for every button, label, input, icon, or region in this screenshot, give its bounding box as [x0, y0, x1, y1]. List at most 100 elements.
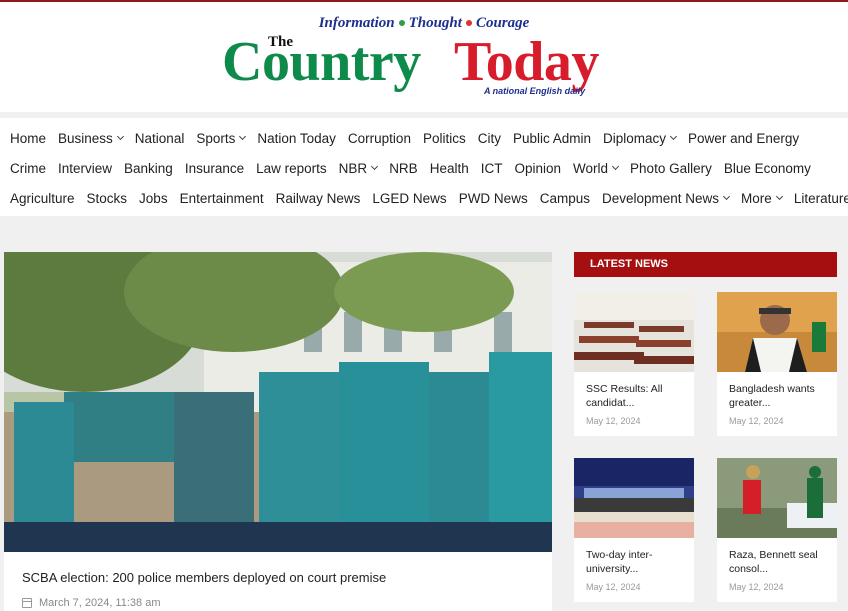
nav-item[interactable]: NRB — [389, 161, 418, 176]
nav-row: Home Business National Sports Nation Today Co… — [10, 123, 811, 153]
chevron-down-icon — [239, 132, 247, 141]
logo-word-the: The — [268, 34, 294, 50]
nav-item[interactable]: Nation Today — [257, 131, 336, 146]
nav-item[interactable]: Photo Gallery — [630, 161, 712, 176]
calendar-icon — [22, 598, 32, 608]
nav-item-label: More — [741, 190, 772, 206]
site-tagline: Information Thought Courage — [0, 15, 848, 32]
nav-item[interactable]: Agriculture — [10, 191, 75, 206]
news-title[interactable]: Two-day inter-university... — [586, 548, 686, 576]
tagline-dot — [398, 19, 405, 26]
nav-item-label: LGED News — [372, 190, 447, 206]
news-date: May 12, 2024 — [729, 416, 784, 426]
nav-item[interactable]: Development News — [601, 190, 731, 206]
nav-item-label: NBR — [338, 160, 368, 176]
nav-item[interactable]: Stocks — [87, 191, 128, 206]
news-title[interactable]: Raza, Bennett seal consol... — [729, 548, 829, 576]
nav-item-label: Banking — [124, 160, 173, 176]
nav-item[interactable]: Banking — [124, 161, 173, 176]
chevron-down-icon — [775, 192, 783, 201]
nav-item[interactable]: City — [478, 131, 501, 146]
news-thumbnail[interactable] — [574, 458, 694, 538]
latest-news-card[interactable]: SSC Results: All candidat... May 12, 202… — [574, 292, 694, 436]
nav-item[interactable]: Sports — [196, 131, 247, 146]
lead-story-headline[interactable]: SCBA election: 200 police members deploy… — [22, 570, 386, 585]
nav-item[interactable]: World — [573, 160, 620, 176]
nav-item-label: Nation Today — [257, 130, 336, 146]
lead-story-card[interactable]: SCBA election: 200 police members deploy… — [4, 252, 552, 611]
news-thumbnail[interactable] — [717, 458, 837, 538]
nav-item[interactable]: Health — [430, 161, 469, 176]
nav-row: Crime Interview Banking Insurance Law report… — [10, 153, 823, 183]
news-thumbnail[interactable] — [717, 292, 837, 372]
nav-item[interactable]: ICT — [481, 161, 503, 176]
nav-item-label: PWD News — [458, 190, 528, 206]
news-title[interactable]: SSC Results: All candidat... — [586, 382, 686, 410]
main-navigation: Home Business National Sports Nation Today Co… — [0, 118, 848, 216]
nav-item-label: National — [134, 130, 185, 146]
news-title[interactable]: Bangladesh wants greater... — [729, 382, 829, 410]
nav-item-label: Railway News — [275, 190, 361, 206]
nav-item-label: Public Admin — [512, 130, 592, 146]
nav-item[interactable]: Literature — [794, 191, 848, 206]
nav-item[interactable]: More — [741, 190, 783, 206]
lead-story-date-text: March 7, 2024, 11:38 am — [39, 597, 161, 609]
site-logo[interactable]: Country The Today A national English dai… — [222, 32, 622, 102]
tagline-word: Thought — [408, 15, 462, 31]
news-thumbnail[interactable] — [574, 292, 694, 372]
nav-item-label: ICT — [480, 160, 503, 176]
nav-item[interactable]: Railway News — [276, 191, 361, 206]
nav-item[interactable]: Diplomacy — [603, 130, 678, 146]
nav-item[interactable]: National — [135, 131, 185, 146]
nav-item[interactable]: Corruption — [348, 131, 411, 146]
site-header: Information Thought Courage Country The To… — [0, 2, 848, 112]
nav-row: Agriculture Stocks Jobs Entertainment Railwa… — [10, 183, 848, 213]
nav-item-label: Corruption — [347, 130, 411, 146]
nav-item[interactable]: Blue Economy — [724, 161, 811, 176]
tagline-word: Information — [318, 15, 395, 31]
nav-item[interactable]: Crime — [10, 161, 46, 176]
nav-item[interactable]: Power and Energy — [688, 131, 799, 146]
tagline-word: Courage — [475, 15, 530, 31]
nav-item-label: Politics — [422, 130, 466, 146]
nav-item-label: Health — [429, 160, 469, 176]
nav-item[interactable]: Jobs — [139, 191, 168, 206]
nav-item-label: Insurance — [184, 160, 245, 176]
news-date: May 12, 2024 — [586, 582, 641, 592]
nav-item-label: NRB — [389, 160, 418, 176]
nav-item[interactable]: Business — [58, 131, 124, 146]
nav-item-label: Photo Gallery — [630, 160, 712, 176]
latest-news-heading: LATEST NEWS — [574, 252, 837, 277]
nav-item-label: Diplomacy — [603, 130, 667, 146]
nav-item[interactable]: Law reports — [256, 161, 327, 176]
nav-item-label: Home — [10, 130, 47, 146]
latest-news-card[interactable]: Two-day inter-university... May 12, 2024 — [574, 458, 694, 602]
nav-item[interactable]: PWD News — [459, 191, 528, 206]
latest-news-card[interactable]: Raza, Bennett seal consol... May 12, 202… — [717, 458, 837, 602]
chevron-down-icon — [612, 162, 620, 171]
chevron-down-icon — [116, 132, 124, 141]
chevron-down-icon — [371, 162, 379, 171]
nav-item-label: Opinion — [514, 160, 562, 176]
nav-item[interactable]: Opinion — [514, 161, 561, 176]
nav-item[interactable]: Campus — [540, 191, 590, 206]
nav-item[interactable]: Public Admin — [513, 131, 591, 146]
nav-item[interactable]: Home — [10, 131, 46, 146]
nav-item-label: Development News — [601, 190, 720, 206]
nav-item-label: Jobs — [139, 190, 168, 206]
nav-item[interactable]: Politics — [423, 131, 466, 146]
news-date: May 12, 2024 — [729, 582, 784, 592]
nav-item-label: World — [573, 160, 609, 176]
nav-item-label: Blue Economy — [723, 160, 811, 176]
nav-item[interactable]: LGED News — [372, 191, 446, 206]
nav-item[interactable]: NBR — [338, 160, 379, 176]
lead-story-photo[interactable] — [4, 252, 552, 552]
logo-word-today: Today — [454, 31, 599, 93]
news-date: May 12, 2024 — [586, 416, 641, 426]
nav-item[interactable]: Interview — [58, 161, 112, 176]
nav-item[interactable]: Insurance — [185, 161, 244, 176]
logo-subtitle: A national English daily — [484, 86, 586, 96]
nav-item[interactable]: Entertainment — [180, 191, 264, 206]
latest-news-card[interactable]: Bangladesh wants greater... May 12, 2024 — [717, 292, 837, 436]
tagline-dot — [465, 19, 472, 26]
